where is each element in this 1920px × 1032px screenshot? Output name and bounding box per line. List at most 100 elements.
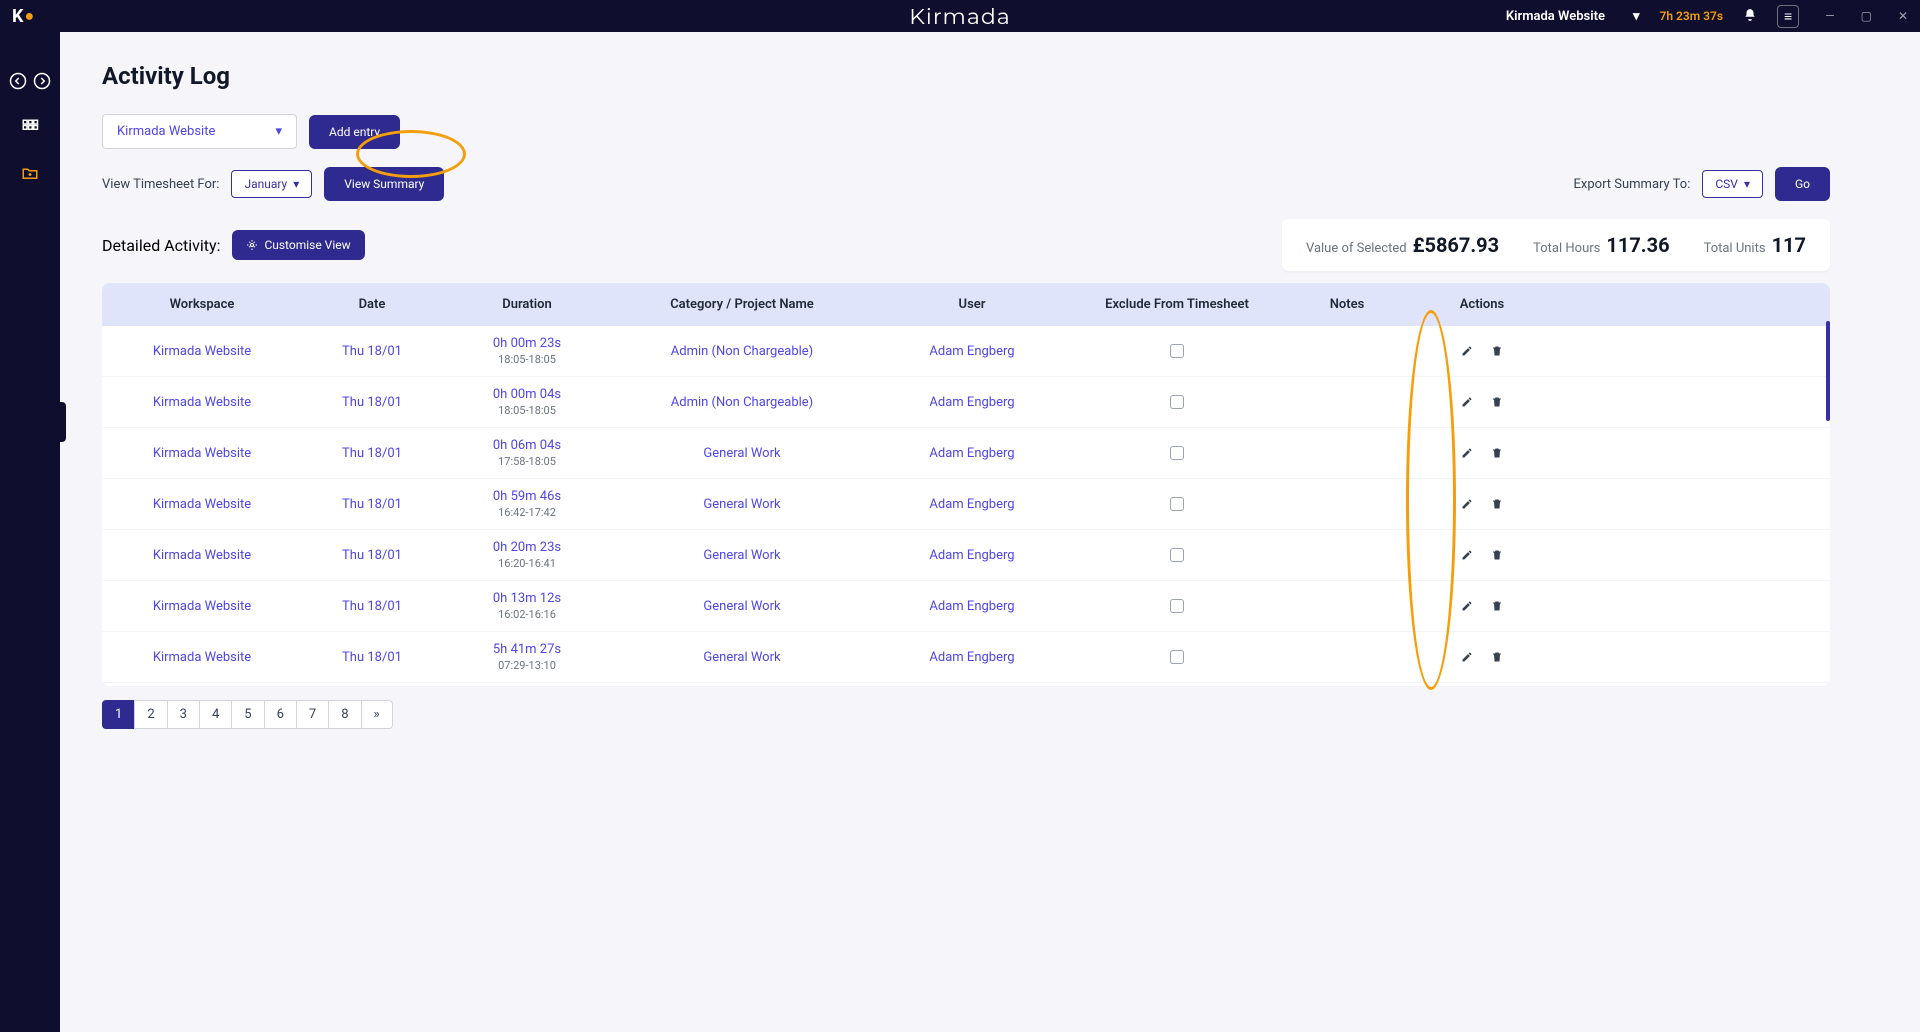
exclude-checkbox[interactable] [1170, 650, 1184, 664]
export-format-select[interactable]: CSV ▾ [1702, 170, 1763, 198]
edit-icon[interactable] [1461, 345, 1473, 357]
edit-icon[interactable] [1461, 651, 1473, 663]
cell-user: Adam Engberg [872, 395, 1072, 410]
delete-icon[interactable] [1491, 345, 1503, 357]
hours-label: Total Hours [1533, 241, 1600, 256]
exclude-checkbox[interactable] [1170, 599, 1184, 613]
value-amount: £5867.93 [1413, 233, 1500, 257]
delete-icon[interactable] [1491, 549, 1503, 561]
units-label: Total Units [1704, 241, 1766, 256]
timer: 7h 23m 37s [1660, 9, 1724, 23]
page-»[interactable]: » [361, 700, 393, 729]
delete-icon[interactable] [1491, 600, 1503, 612]
cell-date: Thu 18/01 [302, 344, 442, 359]
cell-user: Adam Engberg [872, 497, 1072, 512]
cell-actions [1412, 600, 1552, 612]
bell-icon[interactable] [1743, 8, 1757, 25]
cell-category: Admin (Non Chargeable) [612, 395, 872, 410]
cell-user: Adam Engberg [872, 548, 1072, 563]
cell-user: Adam Engberg [872, 650, 1072, 665]
scrollbar[interactable] [1826, 321, 1830, 421]
cell-user: Adam Engberg [872, 446, 1072, 461]
go-button[interactable]: Go [1775, 167, 1830, 201]
page-1[interactable]: 1 [102, 700, 135, 729]
cell-exclude [1072, 599, 1282, 613]
edit-icon[interactable] [1461, 549, 1473, 561]
page-7[interactable]: 7 [296, 700, 329, 729]
delete-icon[interactable] [1491, 651, 1503, 663]
detailed-activity-label: Detailed Activity: [102, 236, 220, 255]
cell-duration: 0h 00m 04s18:05-18:05 [442, 387, 612, 417]
table-row: Kirmada Website Thu 18/01 0h 00m 23s18:0… [102, 326, 1830, 377]
cell-duration: 0h 00m 23s18:05-18:05 [442, 336, 612, 366]
app-name: Kirmada [909, 3, 1010, 30]
app-logo: K● [12, 6, 33, 27]
month-label: January [244, 177, 287, 191]
exclude-checkbox[interactable] [1170, 344, 1184, 358]
col-exclude: Exclude From Timesheet [1072, 297, 1282, 312]
edit-icon[interactable] [1461, 447, 1473, 459]
customise-view-button[interactable]: Customise View [232, 230, 364, 260]
page-6[interactable]: 6 [264, 700, 297, 729]
add-entry-button[interactable]: Add entry [309, 115, 400, 149]
top-bar: K● Kirmada Kirmada Website ▾ 7h 23m 37s … [0, 0, 1920, 32]
cell-category: General Work [612, 548, 872, 563]
cell-exclude [1072, 344, 1282, 358]
page-8[interactable]: 8 [328, 700, 361, 729]
page-3[interactable]: 3 [167, 700, 200, 729]
menu-icon[interactable]: ≡ [1777, 5, 1799, 28]
edit-icon[interactable] [1461, 396, 1473, 408]
cell-actions [1412, 651, 1552, 663]
cell-date: Thu 18/01 [302, 395, 442, 410]
logo-dot: ● [24, 6, 33, 26]
cell-exclude [1072, 395, 1282, 409]
workspace-select[interactable]: Kirmada Website ▾ [1506, 9, 1640, 24]
minimize-icon[interactable]: — [1825, 9, 1834, 23]
cell-workspace: Kirmada Website [102, 395, 302, 410]
chevron-down-icon: ▾ [1633, 9, 1640, 24]
cell-actions [1412, 447, 1552, 459]
units-amount: 117 [1772, 233, 1806, 257]
nav-back-icon[interactable] [9, 72, 27, 90]
exclude-checkbox[interactable] [1170, 446, 1184, 460]
month-select[interactable]: January ▾ [231, 170, 312, 198]
table-row: Kirmada Website Wed 17/01 0h 33m 21s Gen… [102, 683, 1830, 686]
grid-icon[interactable] [21, 118, 39, 136]
cell-exclude [1072, 650, 1282, 664]
view-summary-button[interactable]: View Summary [324, 167, 444, 201]
col-user: User [872, 297, 1072, 312]
workspace-filter[interactable]: Kirmada Website ▾ [102, 114, 297, 149]
maximize-icon[interactable]: ▢ [1861, 9, 1872, 23]
edit-icon[interactable] [1461, 498, 1473, 510]
exclude-checkbox[interactable] [1170, 497, 1184, 511]
cell-workspace: Kirmada Website [102, 599, 302, 614]
delete-icon[interactable] [1491, 447, 1503, 459]
main-content: Activity Log Kirmada Website ▾ Add entry… [60, 32, 1920, 1032]
edit-icon[interactable] [1461, 600, 1473, 612]
hours-amount: 117.36 [1606, 233, 1669, 257]
table-row: Kirmada Website Thu 18/01 0h 20m 23s16:2… [102, 530, 1830, 581]
cell-duration: 5h 41m 27s07:29-13:10 [442, 642, 612, 672]
cell-actions [1412, 498, 1552, 510]
sidebar [0, 32, 60, 1032]
table-row: Kirmada Website Thu 18/01 0h 06m 04s17:5… [102, 428, 1830, 479]
chevron-down-icon: ▾ [1744, 177, 1750, 191]
chevron-down-icon: ▾ [293, 177, 299, 191]
cell-exclude [1072, 548, 1282, 562]
cell-duration: 0h 20m 23s16:20-16:41 [442, 540, 612, 570]
gear-icon [246, 239, 258, 251]
folder-add-icon[interactable] [21, 164, 39, 182]
cell-category: General Work [612, 650, 872, 665]
exclude-checkbox[interactable] [1170, 395, 1184, 409]
page-5[interactable]: 5 [231, 700, 264, 729]
cell-workspace: Kirmada Website [102, 548, 302, 563]
delete-icon[interactable] [1491, 498, 1503, 510]
page-2[interactable]: 2 [134, 700, 167, 729]
close-icon[interactable]: ✕ [1898, 9, 1908, 23]
cell-category: General Work [612, 446, 872, 461]
delete-icon[interactable] [1491, 396, 1503, 408]
page-4[interactable]: 4 [199, 700, 232, 729]
exclude-checkbox[interactable] [1170, 548, 1184, 562]
nav-forward-icon[interactable] [33, 72, 51, 90]
workspace-filter-label: Kirmada Website [117, 124, 215, 139]
